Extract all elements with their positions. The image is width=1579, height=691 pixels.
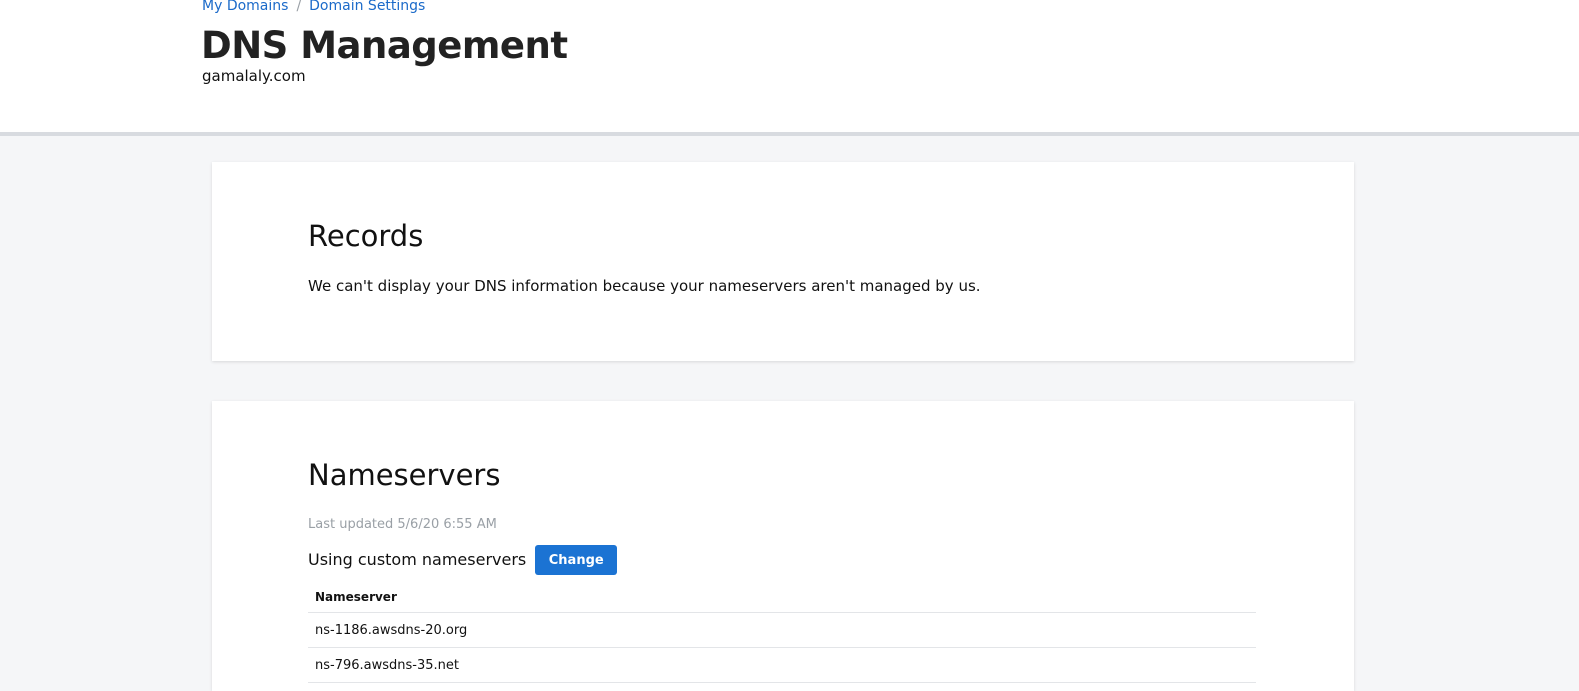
table-row: ns-1186.awsdns-20.org <box>308 612 1256 648</box>
breadcrumb-domain-settings-link[interactable]: Domain Settings <box>309 0 425 15</box>
page-title: DNS Management <box>201 24 568 67</box>
last-updated-text: Last updated 5/6/20 6:55 AM <box>308 517 497 532</box>
nameservers-table: Nameserver ns-1186.awsdns-20.org ns-796.… <box>308 581 1256 683</box>
page-header: My Domains / Domain Settings DNS Managem… <box>0 0 1579 136</box>
breadcrumb: My Domains / Domain Settings <box>202 0 425 15</box>
breadcrumb-my-domains-link[interactable]: My Domains <box>202 0 288 15</box>
nameservers-title: Nameservers <box>308 458 501 492</box>
nameserver-cell: ns-1186.awsdns-20.org <box>308 612 1256 648</box>
records-message: We can't display your DNS information be… <box>308 277 981 295</box>
change-nameservers-button[interactable]: Change <box>535 545 618 575</box>
records-title: Records <box>308 219 424 253</box>
nameserver-column-header: Nameserver <box>308 581 1256 613</box>
table-row: ns-796.awsdns-35.net <box>308 647 1256 683</box>
table-header-row: Nameserver <box>308 581 1256 613</box>
nameserver-status-label: Using custom nameservers <box>308 550 527 569</box>
nameservers-card: Nameservers Last updated 5/6/20 6:55 AM … <box>212 401 1354 691</box>
domain-name: gamalaly.com <box>202 67 306 85</box>
records-card: Records We can't display your DNS inform… <box>212 162 1354 361</box>
nameserver-status-row: Using custom nameservers Change <box>308 545 618 575</box>
breadcrumb-separator: / <box>296 0 302 14</box>
nameserver-cell: ns-796.awsdns-35.net <box>308 647 1256 683</box>
